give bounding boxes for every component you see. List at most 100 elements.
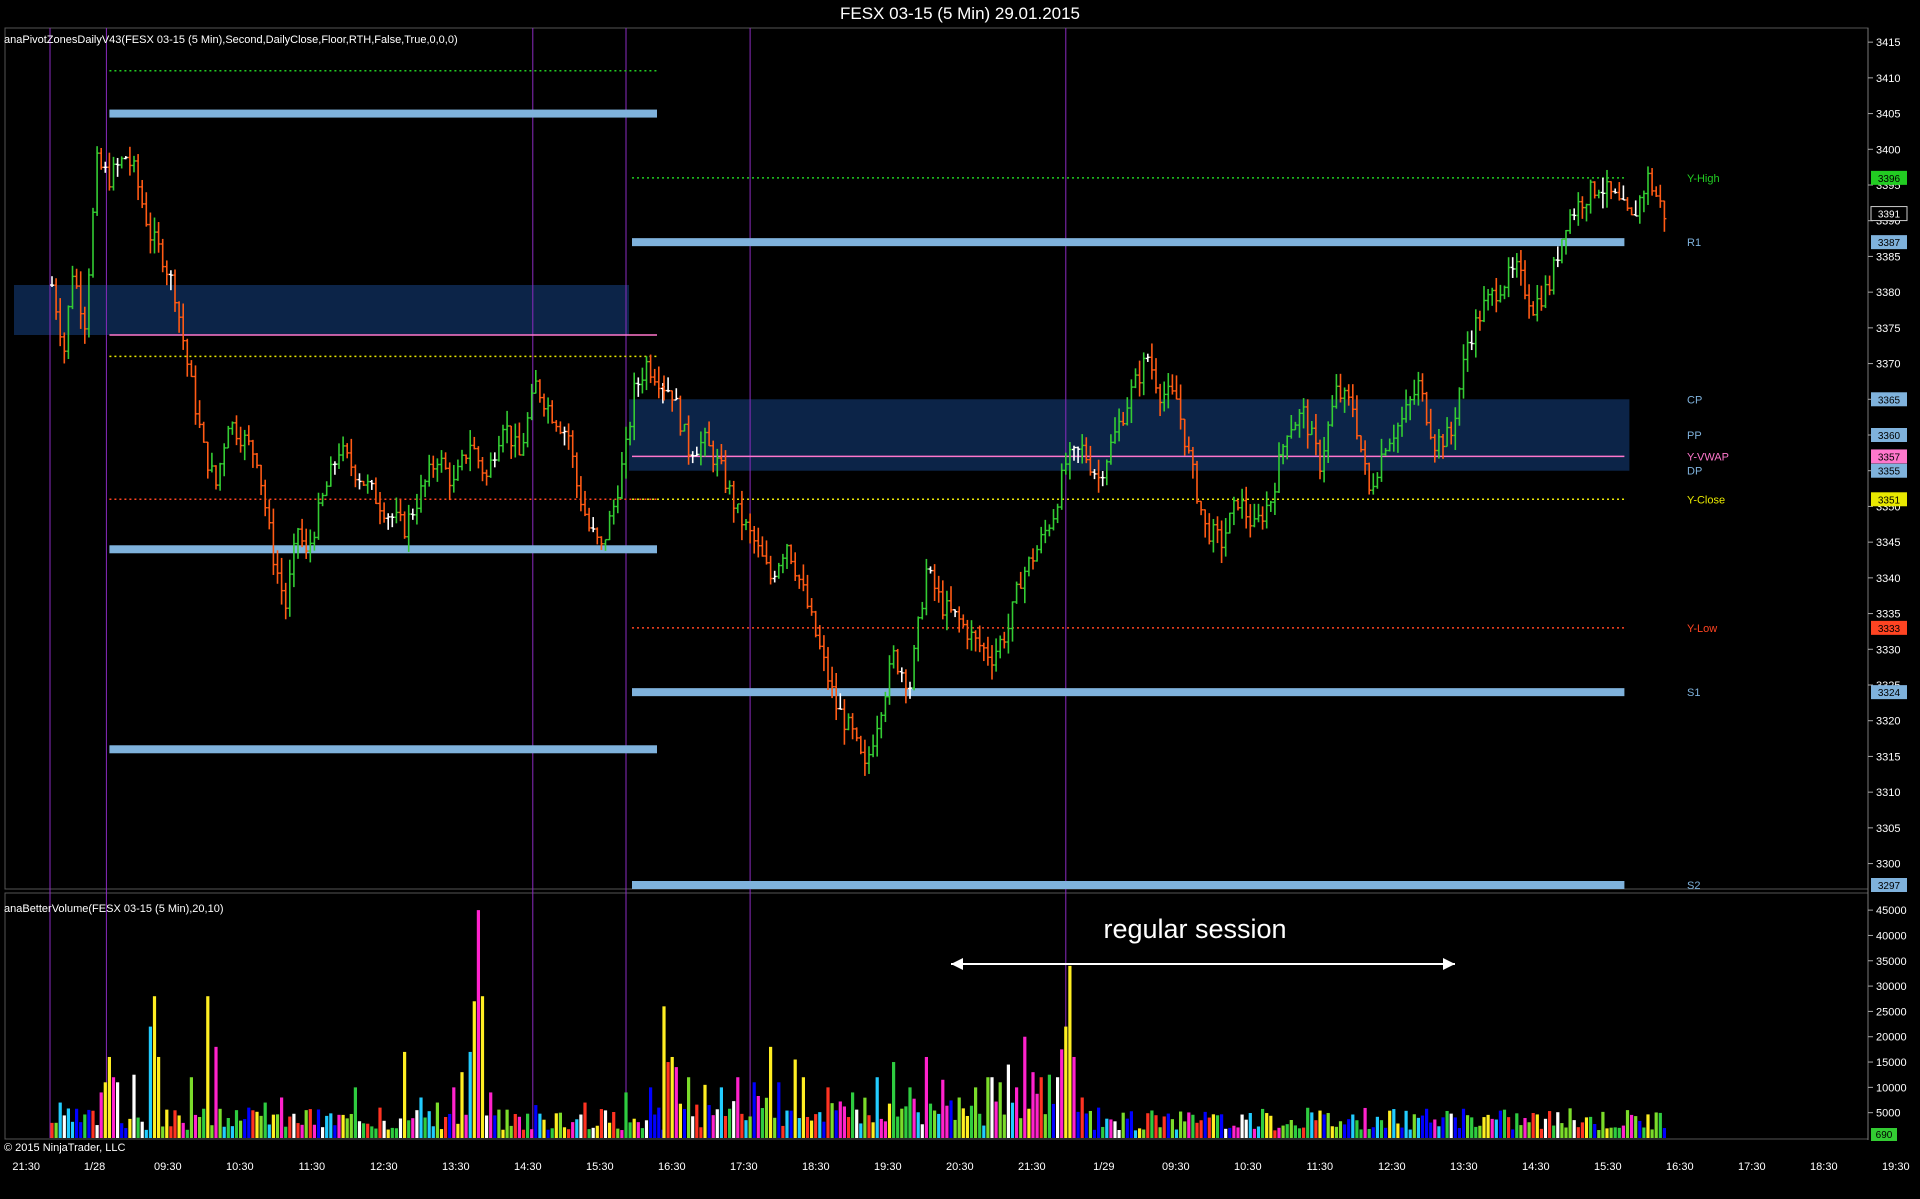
volume-bar bbox=[485, 1115, 489, 1138]
volume-bar bbox=[321, 1127, 325, 1138]
volume-bar bbox=[128, 1118, 132, 1138]
volume-bar bbox=[1515, 1113, 1519, 1138]
volume-bar bbox=[900, 1108, 904, 1138]
volume-bar bbox=[1170, 1119, 1174, 1138]
chart-canvas[interactable]: Y-High R1 CP PP Y-VWAP DP Y-Close Y-Low S1 S2 330… bbox=[0, 0, 1920, 1199]
volume-bar bbox=[851, 1092, 855, 1138]
volume-bar bbox=[1449, 1113, 1453, 1138]
volume-bar bbox=[711, 1115, 715, 1138]
volume-bar bbox=[1010, 1102, 1015, 1138]
volume-bar bbox=[649, 1087, 653, 1138]
volume-bar bbox=[789, 1110, 793, 1138]
volume-bar bbox=[300, 1124, 304, 1138]
volume-bar bbox=[657, 1107, 661, 1138]
volume-tick-label: 20000 bbox=[1876, 1032, 1907, 1044]
volume-tick-label: 5000 bbox=[1876, 1108, 1900, 1120]
volume-bar bbox=[1375, 1116, 1379, 1138]
volume-bar bbox=[1543, 1118, 1548, 1138]
volume-bar bbox=[148, 1026, 152, 1138]
volume-bar bbox=[193, 1114, 198, 1138]
volume-bar bbox=[243, 1119, 247, 1138]
volume-tick-label: 25000 bbox=[1876, 1006, 1907, 1018]
volume-bar bbox=[251, 1110, 255, 1138]
time-tick-label: 18:30 bbox=[802, 1161, 830, 1173]
volume-bar bbox=[152, 996, 157, 1138]
volume-bar bbox=[1187, 1112, 1191, 1138]
volume-bar bbox=[1502, 1109, 1507, 1138]
volume-bar bbox=[50, 1122, 54, 1138]
volume-bar bbox=[1236, 1127, 1240, 1138]
volume-bar bbox=[707, 1105, 711, 1138]
volume-bar bbox=[678, 1103, 682, 1138]
time-tick-label: 21:30 bbox=[12, 1161, 40, 1173]
volume-bar bbox=[579, 1114, 583, 1138]
volume-bar bbox=[165, 1109, 169, 1138]
last-volume-tag: 690 bbox=[1876, 1130, 1893, 1141]
price-indicator-label: anaPivotZonesDailyV43(FESX 03-15 (5 Min)… bbox=[4, 34, 458, 46]
volume-bar bbox=[670, 1056, 674, 1138]
volume-bar bbox=[591, 1127, 595, 1138]
volume-bar bbox=[177, 1115, 181, 1138]
volume-bar bbox=[136, 1117, 140, 1138]
volume-bar bbox=[1158, 1127, 1162, 1138]
price-tag-y-low: 3333 bbox=[1878, 624, 1901, 635]
time-tick-label: 12:30 bbox=[1378, 1161, 1406, 1173]
volume-bar bbox=[1584, 1117, 1589, 1138]
volume-bar bbox=[1146, 1113, 1150, 1138]
volume-bar bbox=[132, 1074, 136, 1138]
volume-bar bbox=[1306, 1107, 1310, 1138]
volume-bar bbox=[682, 1108, 687, 1138]
volume-bar bbox=[1461, 1108, 1466, 1138]
volume-bar bbox=[460, 1072, 464, 1138]
volume-bar bbox=[1183, 1121, 1187, 1138]
time-tick-label: 14:30 bbox=[514, 1161, 542, 1173]
volume-bar bbox=[1326, 1113, 1330, 1138]
volume-bar bbox=[1617, 1127, 1621, 1138]
volume-bar bbox=[513, 1114, 517, 1138]
volume-bar bbox=[1092, 1129, 1097, 1138]
volume-bar bbox=[998, 1082, 1002, 1138]
volume-panel-frame[interactable] bbox=[4, 892, 1869, 1140]
volume-bar bbox=[415, 1110, 419, 1138]
volume-bar bbox=[1441, 1117, 1445, 1138]
volume-bar bbox=[1244, 1119, 1248, 1138]
volume-bar bbox=[723, 1116, 728, 1138]
level-label-dp: DP bbox=[1687, 466, 1702, 478]
volume-bar bbox=[1133, 1130, 1138, 1138]
volume-bar bbox=[517, 1116, 521, 1138]
volume-bar bbox=[822, 1121, 826, 1138]
volume-bar bbox=[965, 1115, 969, 1138]
volume-bar bbox=[275, 1114, 280, 1138]
volume-bar bbox=[124, 1128, 128, 1138]
volume-bar bbox=[284, 1126, 288, 1138]
volume-bar bbox=[818, 1112, 822, 1138]
volume-bar bbox=[904, 1106, 908, 1138]
volume-bar bbox=[1589, 1116, 1593, 1138]
time-tick-label: 09:30 bbox=[154, 1161, 182, 1173]
volume-bar bbox=[370, 1126, 374, 1138]
volume-bar bbox=[875, 1077, 879, 1138]
volume-bar bbox=[398, 1118, 403, 1138]
volume-bar bbox=[210, 1125, 214, 1138]
price-tick-label: 3310 bbox=[1876, 787, 1900, 799]
volume-tick-label: 30000 bbox=[1876, 981, 1907, 993]
volume-bar bbox=[1662, 1128, 1666, 1138]
volume-bar bbox=[169, 1126, 173, 1138]
price-tick-label: 3330 bbox=[1876, 644, 1900, 656]
time-tick-label: 16:30 bbox=[658, 1161, 686, 1173]
volume-bar bbox=[120, 1123, 124, 1138]
volume-bar bbox=[1195, 1122, 1199, 1138]
volume-bar bbox=[214, 1046, 218, 1138]
volume-bar bbox=[1621, 1125, 1625, 1138]
volume-bar bbox=[546, 1129, 550, 1138]
volume-bar bbox=[1150, 1110, 1154, 1138]
volume-tick-label: 45000 bbox=[1876, 905, 1907, 917]
volume-bar bbox=[612, 1112, 616, 1138]
volume-bar bbox=[189, 1077, 193, 1138]
volume-bar bbox=[1490, 1118, 1494, 1138]
volume-bar bbox=[382, 1120, 386, 1138]
volume-bar bbox=[1174, 1129, 1179, 1138]
volume-bar bbox=[744, 1120, 748, 1138]
volume-bar bbox=[472, 1001, 476, 1138]
volume-bar bbox=[1293, 1125, 1297, 1138]
